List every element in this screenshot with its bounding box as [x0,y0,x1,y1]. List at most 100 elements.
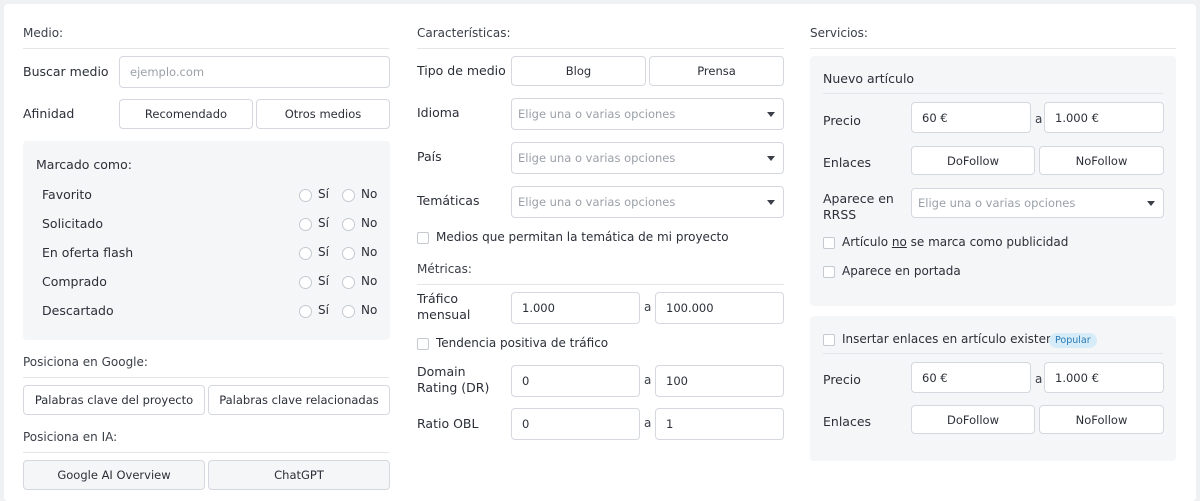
medio-section-title: Medio: [23,26,389,49]
oferta-flash-si-radio[interactable] [299,247,312,260]
tematicas-select[interactable]: Elige una o varias opciones [511,186,784,218]
precio-range-separator: a [1035,112,1043,126]
marcado-title: Marcado como: [36,157,132,172]
obl-range-separator: a [644,416,652,430]
obl-min-input[interactable] [511,408,640,440]
tipo-prensa-button[interactable]: Prensa [649,56,784,86]
no-publicidad-checkbox[interactable] [823,237,835,249]
popular-badge: Popular [1049,333,1097,348]
marcado-oferta-flash-label: En oferta flash [42,245,134,260]
oferta-flash-no-label: No [361,245,378,259]
enlaces2-nofollow-button[interactable]: NoFollow [1039,405,1164,434]
oferta-flash-no-radio[interactable] [342,247,355,260]
insertar-enlaces-box: Insertar enlaces en artículo existente P… [810,316,1176,461]
trafico-label-line2: mensual [417,307,471,322]
dr-label-line2: Rating (DR) [417,380,490,395]
precio2-max-input[interactable] [1044,362,1164,393]
afinidad-otros-medios-button[interactable]: Otros medios [256,99,390,129]
insertar-enlaces-label: Insertar enlaces en artículo existente [842,332,1066,346]
tendencia-trafico-checkbox[interactable] [417,338,429,350]
precio2-range-separator: a [1035,372,1043,386]
solicitado-no-label: No [361,216,378,230]
solicitado-si-radio[interactable] [299,218,312,231]
precio2-min-input[interactable] [911,362,1031,393]
obl-label: Ratio OBL [417,416,479,431]
google-palabras-relacionadas-button[interactable]: Palabras clave relacionadas [208,385,390,415]
pais-select-placeholder: Elige una o varias opciones [518,151,676,165]
tematica-proyecto-label: Medios que permitan la temática de mi pr… [436,230,729,244]
enlaces-dofollow-button[interactable]: DoFollow [911,146,1035,175]
tematica-proyecto-checkbox[interactable] [417,232,429,244]
ia-chatgpt-button[interactable]: ChatGPT [208,460,390,490]
tipo-blog-button[interactable]: Blog [511,56,646,86]
portada-checkbox[interactable] [823,266,835,278]
precio-label: Precio [823,113,861,128]
trafico-min-input[interactable] [511,292,640,324]
filters-panel: Medio: Buscar medio Afinidad Recomendado… [4,4,1196,501]
chevron-down-icon [1147,201,1155,206]
marcado-favorito-label: Favorito [42,187,92,202]
trafico-max-input[interactable] [655,292,784,324]
comprado-no-label: No [361,274,378,288]
idioma-select[interactable]: Elige una o varias opciones [511,98,784,130]
dr-max-input[interactable] [655,365,784,397]
obl-max-input[interactable] [655,408,784,440]
solicitado-no-radio[interactable] [342,218,355,231]
insertar-divider [823,353,1163,354]
descartado-si-radio[interactable] [299,305,312,318]
pais-select[interactable]: Elige una o varias opciones [511,142,784,174]
precio-min-input[interactable] [911,102,1031,133]
portada-label: Aparece en portada [842,264,961,278]
comprado-si-radio[interactable] [299,276,312,289]
metricas-section-title: Métricas: [417,262,784,285]
google-section-title: Posiciona en Google: [23,355,389,378]
descartado-no-radio[interactable] [342,305,355,318]
dr-min-input[interactable] [511,365,640,397]
favorito-si-label: Sí [318,187,329,201]
pais-label: País [417,149,442,164]
marcado-box: Marcado como: Favorito Sí No Solicitado … [23,141,390,340]
trafico-range-separator: a [644,300,652,314]
google-palabras-proyecto-button[interactable]: Palabras clave del proyecto [23,385,205,415]
nuevo-articulo-divider [823,93,1163,94]
enlaces-label: Enlaces [823,155,872,170]
ia-google-ai-overview-button[interactable]: Google AI Overview [23,460,205,490]
precio-max-input[interactable] [1044,102,1164,133]
buscar-medio-label: Buscar medio [23,64,109,79]
ia-section-title: Posiciona en IA: [23,430,389,453]
favorito-no-radio[interactable] [342,189,355,202]
trafico-label-line1: Tráfico [417,291,458,306]
idioma-label: Idioma [417,105,460,120]
rrss-label-line1: Aparece en [823,191,894,206]
enlaces2-dofollow-button[interactable]: DoFollow [911,405,1035,434]
rrss-select[interactable]: Elige una o varias opciones [911,188,1164,218]
descartado-si-label: Sí [318,303,329,317]
tendencia-trafico-label: Tendencia positiva de tráfico [436,336,609,350]
enlaces-nofollow-button[interactable]: NoFollow [1039,146,1164,175]
marcado-comprado-label: Comprado [42,274,107,289]
marcado-descartado-label: Descartado [42,303,114,318]
comprado-no-radio[interactable] [342,276,355,289]
chevron-down-icon [767,112,775,117]
nuevo-articulo-box: Nuevo artículo Precio a Enlaces DoFollow… [810,56,1176,306]
idioma-select-placeholder: Elige una o varias opciones [518,107,676,121]
dr-range-separator: a [644,373,652,387]
solicitado-si-label: Sí [318,216,329,230]
insertar-enlaces-checkbox[interactable] [823,334,835,346]
enlaces2-label: Enlaces [823,414,872,429]
afinidad-recomendado-button[interactable]: Recomendado [119,99,253,129]
marcado-solicitado-label: Solicitado [42,216,104,231]
chevron-down-icon [767,200,775,205]
buscar-medio-input[interactable] [119,56,390,88]
tematicas-select-placeholder: Elige una o varias opciones [518,195,676,209]
comprado-si-label: Sí [318,274,329,288]
caracteristicas-section-title: Características: [417,26,784,49]
dr-label-line1: Domain [417,364,466,379]
tipo-medio-label: Tipo de medio [417,63,506,78]
servicios-section-title: Servicios: [810,26,1176,49]
oferta-flash-si-label: Sí [318,245,329,259]
rrss-select-placeholder: Elige una o varias opciones [918,196,1076,210]
favorito-si-radio[interactable] [299,189,312,202]
no-publicidad-label: Artículo no se marca como publicidad [842,235,1069,249]
rrss-label-line2: RRSS [823,207,857,222]
